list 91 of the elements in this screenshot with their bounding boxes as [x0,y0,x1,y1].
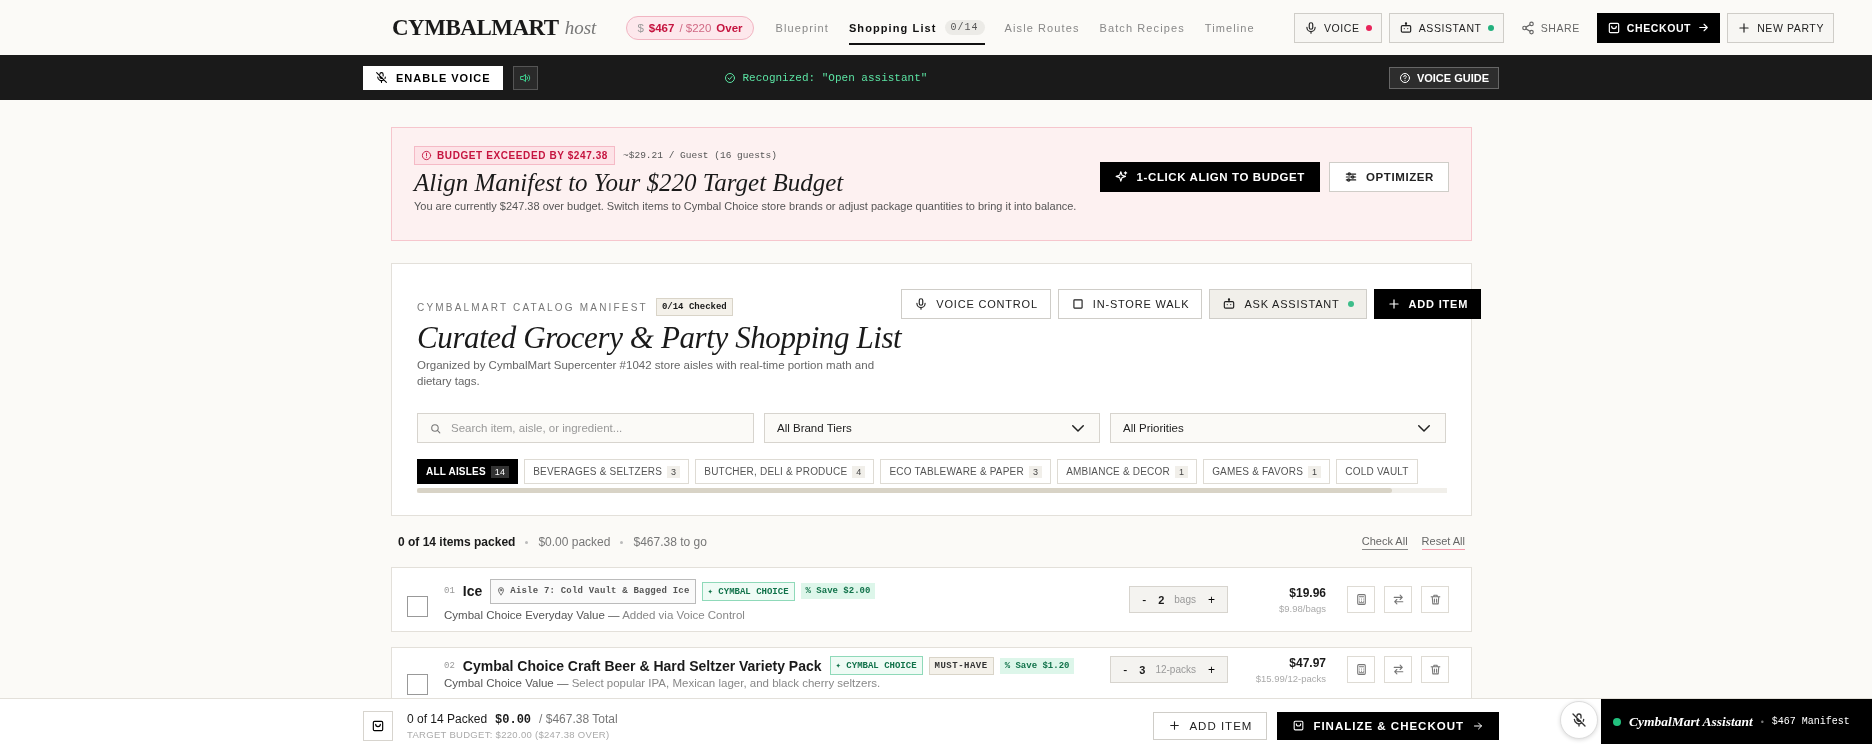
decrease-button[interactable]: - [1140,592,1149,607]
manifest-total: $467 Manifest [1771,716,1850,727]
catalog-button[interactable]: VOICE CONTROL [901,289,1051,319]
unit-price: $9.98/bags [1278,602,1326,614]
banner-text: You are currently $247.38 over budget. Switch items to Cymbal Choice store brands or adjust package quantities to bring it into balance. [414,200,1078,212]
item-name: Ice [462,583,483,599]
catalog-button[interactable]: IN-STORE WALK [1057,289,1203,319]
item-name: Cymbal Choice Craft Beer & Hard Seltzer Variety Pack [462,657,822,674]
nav-button[interactable]: VOICE [1294,12,1382,43]
nav-button[interactable]: NEW PARTY [1727,12,1834,43]
item-tag: MUST-HAVE [928,656,994,675]
nav-tab[interactable]: Shopping List 0/14 [848,14,985,45]
count-badge: 1 [1308,465,1322,478]
quantity: 3 [1139,663,1146,676]
item-number: 02 [444,660,455,671]
nav-tab[interactable]: Blueprint [775,15,829,44]
item-tag: % Save $2.00 [800,583,876,599]
nav-button[interactable]: ASSISTANT [1388,12,1504,43]
item-number: 01 [444,586,455,596]
packed-count: 0 of 14 items packed [398,535,516,549]
footer-button[interactable]: ADD ITEM [1153,711,1268,740]
item-tag: % Save $1.20 [999,657,1075,674]
enable-voice-button[interactable]: ENABLE VOICE [363,65,503,90]
target-amount: / $220 [679,21,712,34]
increase-button[interactable]: + [1206,592,1217,607]
catalog-title: Curated Grocery & Party Shopping List [417,320,902,356]
banner-button[interactable]: 1-CLICK ALIGN TO BUDGET [1099,162,1320,192]
aisle-tab[interactable]: ECO TABLEWARE & PAPER 3 [880,459,1052,485]
currency-symbol: $ [637,21,644,34]
summary-link[interactable]: Check All [1361,534,1408,550]
count-badge: 0/14 [944,20,985,35]
footer-button[interactable]: FINALIZE & CHECKOUT [1277,711,1499,740]
item-price: $47.97 [1288,656,1326,670]
nav-tab[interactable]: Timeline [1204,15,1255,44]
packed-value: $0.00 [495,712,532,727]
nav-button[interactable]: SHARE [1510,12,1590,43]
per-guest-cost: ~$29.21 / Guest (16 guests) [623,150,777,161]
aisle-tab[interactable]: ALL AISLES 14 [417,459,519,485]
quantity-unit: bags [1174,594,1196,605]
aisle-tab[interactable]: AMBIANCE & DECOR 1 [1057,459,1198,485]
logo-suffix: host [564,16,597,39]
catalog-button[interactable]: ASK ASSISTANT [1209,289,1367,319]
filter-dropdown[interactable]: All Priorities [1110,413,1446,444]
catalog-eyebrow: CYMBALMART CATALOG MANIFEST [417,301,648,313]
item-description: Cymbal Choice Value — Select popular IPA, Mexican lager, and black cherry seltzers. [444,677,882,689]
item-tag: Aisle 7: Cold Vault & Bagged Ice [490,578,696,604]
packed-value: $0.00 packed [538,535,611,549]
decrease-button[interactable]: - [1121,662,1130,677]
search-field[interactable]: Search item, aisle, or ingredient... [417,413,754,444]
budget-status: Over [716,21,743,34]
aisle-tab[interactable]: COLD VAULT [1336,459,1418,485]
count-badge: 3 [1028,465,1043,478]
voice-guide-button[interactable]: VOICE GUIDE [1388,66,1499,89]
target-budget: TARGET BUDGET: $220.00 ($247.38 OVER) [407,728,611,740]
banner-button[interactable]: OPTIMIZER [1329,162,1449,192]
item-price: $19.96 [1288,585,1326,600]
budget-alert: BUDGET EXCEEDED BY $247.38 [414,146,616,165]
remaining-value: $467.38 to go [633,535,707,549]
assistant-title: CymbalMart Assistant [1629,713,1753,730]
item-tag: ✦ CYMBAL CHOICE [701,581,795,601]
aisle-tab[interactable]: BEVERAGES & SELTZERS 3 [524,459,690,485]
count-badge: 4 [852,465,866,478]
spent-amount: $467 [648,21,675,34]
summary-link[interactable]: Reset All [1421,534,1465,550]
nav-tab[interactable]: Batch Recipes [1099,15,1185,44]
logo: CYMBALMART [392,14,559,41]
filter-dropdown[interactable]: All Brand Tiers [764,413,1100,444]
quantity: 2 [1158,593,1165,606]
aisle-tab[interactable]: GAMES & FAVORS 1 [1203,459,1331,485]
total-value: / $467.38 Total [539,711,618,726]
banner-title: Align Manifest to Your $220 Target Budget [414,169,845,197]
separator: • [1760,716,1764,727]
item-tag: ✦ CYMBAL CHOICE [829,656,923,675]
quantity-stepper[interactable]: - 3 12-packs + [1110,656,1228,683]
increase-button[interactable]: + [1206,662,1217,677]
quantity-unit: 12-packs [1155,664,1196,675]
voice-status: Recognized: "Open assistant" [742,71,928,84]
count-badge: 14 [490,465,510,478]
count-badge: 1 [1174,465,1189,478]
count-badge: 3 [667,465,681,478]
checked-badge: 0/14 Checked [655,298,733,316]
catalog-button[interactable]: ADD ITEM [1373,289,1482,319]
quantity-stepper[interactable]: - 2 bags + [1129,586,1228,613]
item-description: Cymbal Choice Everyday Value — Added via Voice Control [444,608,746,621]
aisle-tab[interactable]: BUTCHER, DELI & PRODUCE 4 [695,459,875,485]
nav-button[interactable]: CHECKOUT [1596,12,1721,43]
assistant-button[interactable]: CymbalMart Assistant • $467 Manifest [1601,699,1872,744]
catalog-description: Organized by CymbalMart Supercenter #1042 store aisles with real-time portion math and dietary tags. [417,358,876,389]
unit-price: $15.99/12-packs [1254,673,1326,684]
nav-tab[interactable]: Aisle Routes [1004,15,1080,44]
packed-count: 0 of 14 Packed [407,711,488,726]
